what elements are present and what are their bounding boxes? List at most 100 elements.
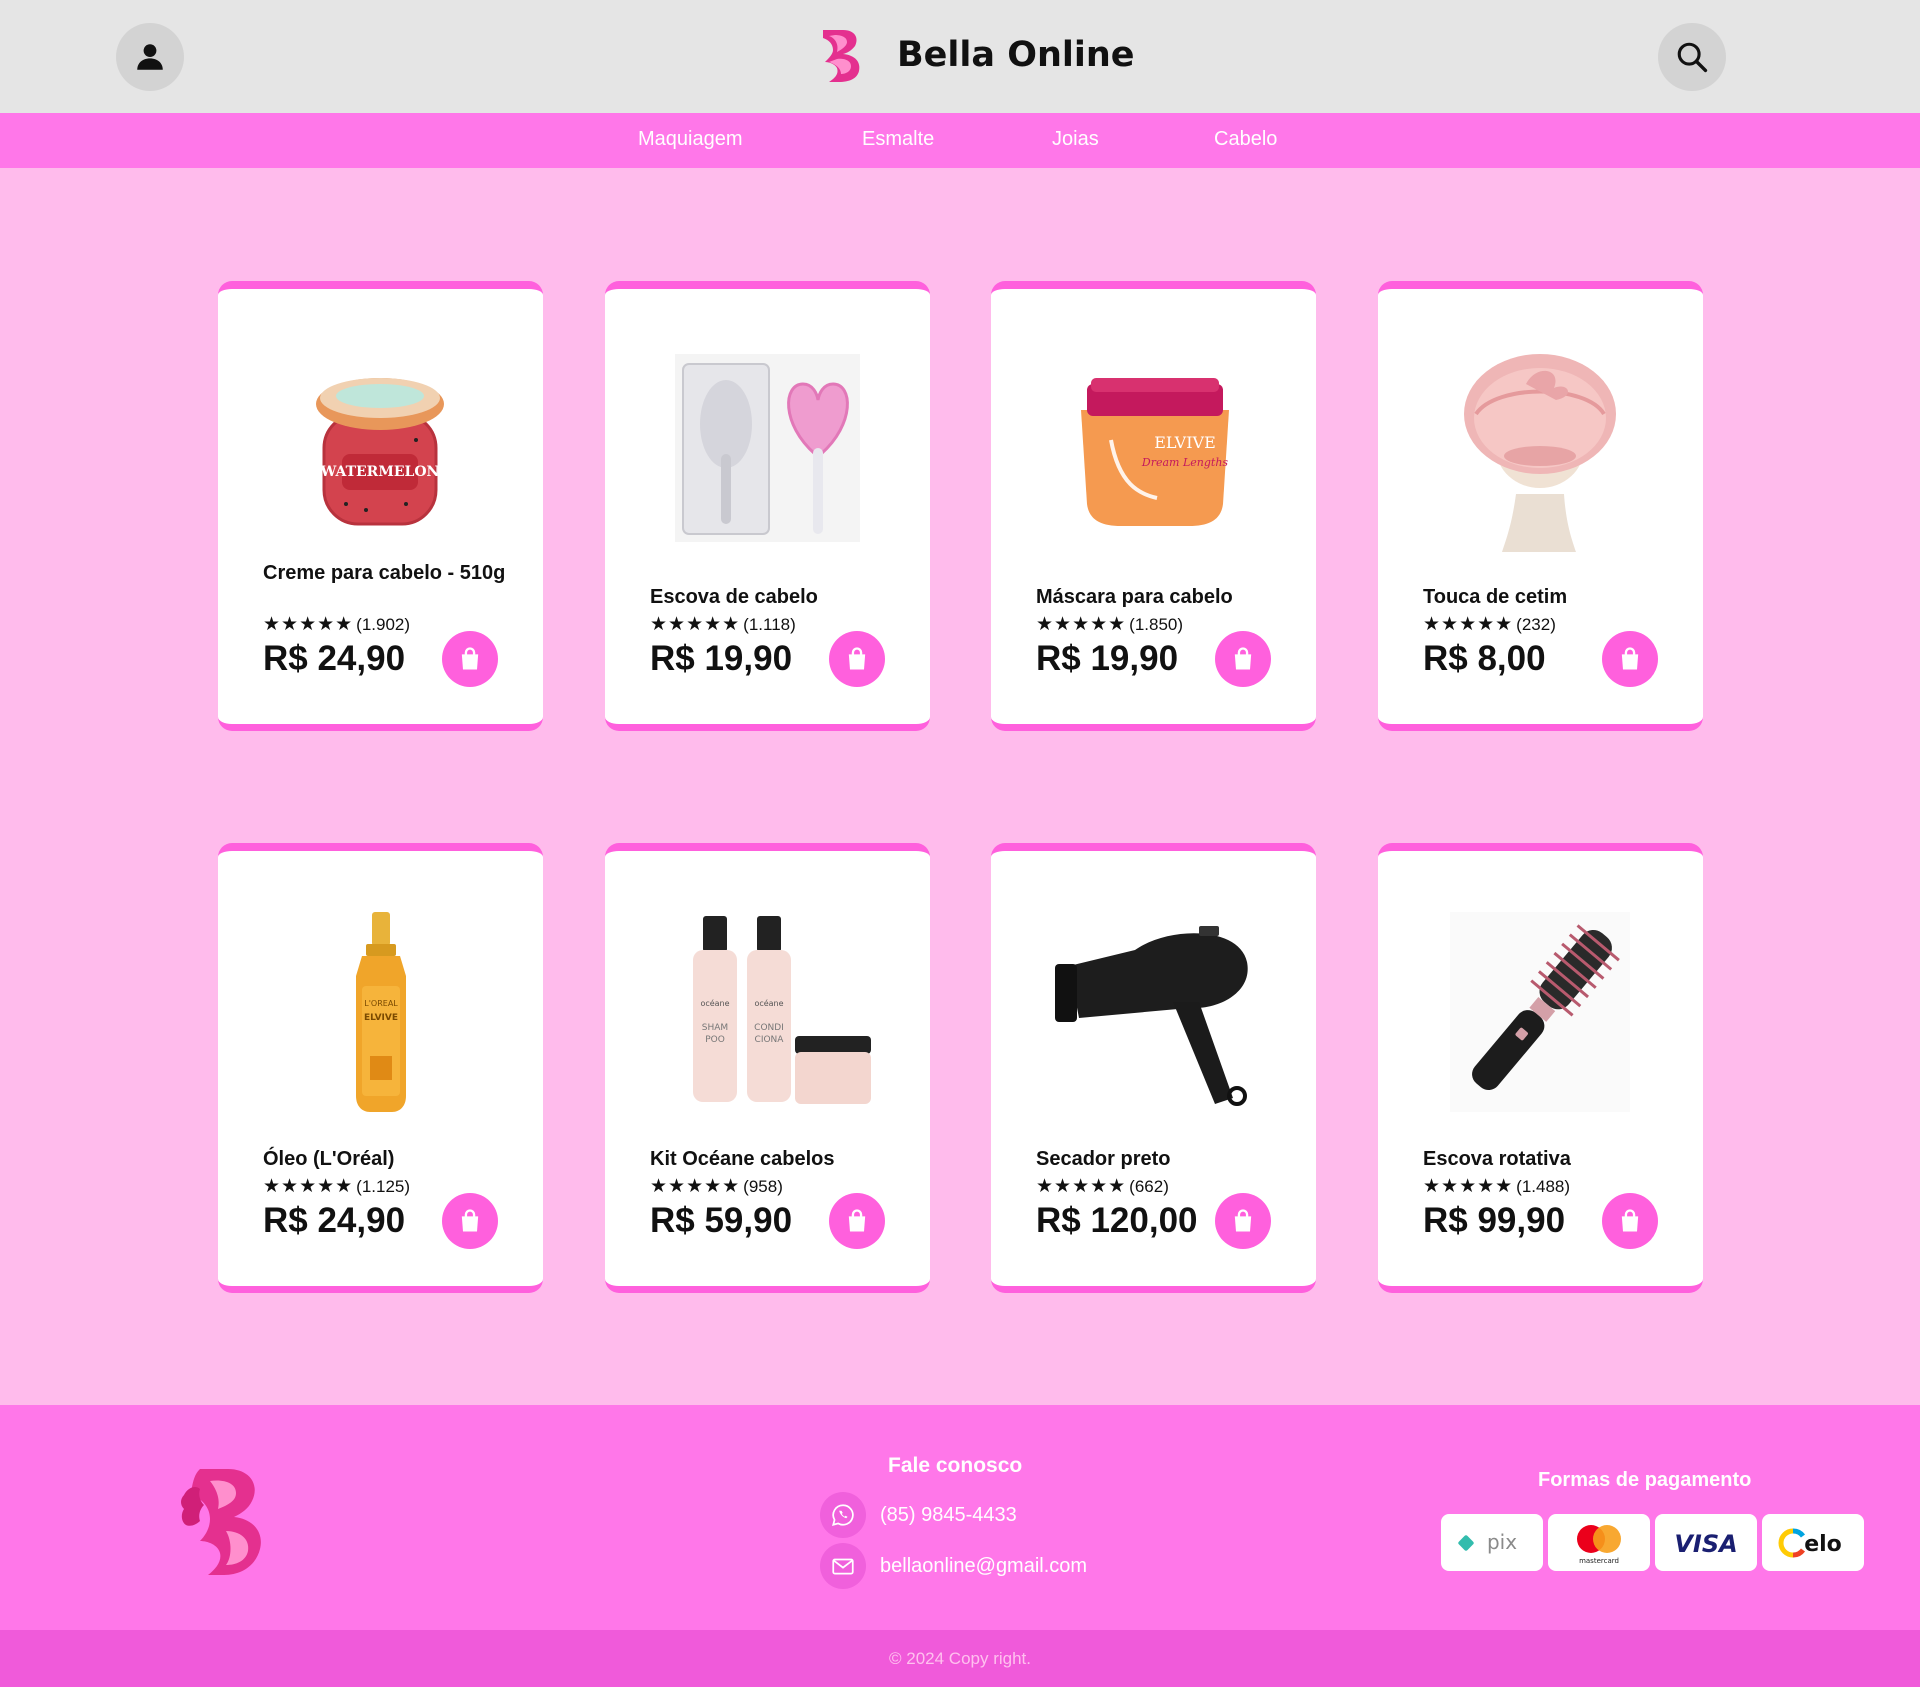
- product-image: L'OREAL ELVIVE: [253, 896, 508, 1126]
- visa-logo: VISA: [1655, 1514, 1757, 1571]
- shopping-bag-icon: [848, 647, 866, 670]
- product-rating: ★★★★★ (1.125): [263, 1175, 410, 1198]
- hair-mask-jar: ELVIVE Dream Lengths: [1080, 378, 1229, 526]
- nav-item-maquiagem[interactable]: Maquiagem: [638, 128, 743, 151]
- product-rating: ★★★★★ (1.902): [263, 613, 410, 636]
- search-button[interactable]: [1658, 23, 1726, 91]
- review-count: (1.118): [743, 614, 796, 634]
- satin-bonnet: [1463, 354, 1616, 552]
- star-rating-icon: ★★★★★: [650, 614, 741, 635]
- product-card[interactable]: océane SHAM POO océane CONDI CIONA Kit O…: [605, 843, 930, 1293]
- add-to-cart-button[interactable]: [829, 631, 885, 687]
- add-to-cart-button[interactable]: [1215, 1193, 1271, 1249]
- nav-item-esmalte[interactable]: Esmalte: [862, 128, 934, 151]
- add-to-cart-button[interactable]: [1215, 631, 1271, 687]
- search-icon: [1677, 42, 1708, 73]
- shopping-bag-icon: [1621, 1209, 1639, 1232]
- product-name: Escova de cabelo: [650, 586, 818, 608]
- add-to-cart-button[interactable]: [1602, 631, 1658, 687]
- bella-logo: [181, 1469, 261, 1575]
- add-to-cart-button[interactable]: [829, 1193, 885, 1249]
- product-name: Touca de cetim: [1423, 586, 1568, 608]
- shampoo-kit: océane SHAM POO océane CONDI CIONA: [692, 916, 871, 1104]
- review-count: (1.488): [1516, 1176, 1571, 1196]
- user-account-button[interactable]: [116, 23, 184, 91]
- product-price: R$ 120,00: [1036, 1201, 1198, 1240]
- product-price: R$ 24,90: [263, 639, 406, 678]
- contact-title: Fale conosco: [888, 1454, 1023, 1477]
- header: Bella Online: [0, 0, 1920, 113]
- category-nav: Maquiagem Esmalte Joias Cabelo: [0, 113, 1920, 168]
- copyright-text: © 2024 Copy right.: [889, 1648, 1031, 1668]
- add-to-cart-button[interactable]: [442, 631, 498, 687]
- heart-hairbrush: [674, 354, 860, 542]
- shopping-bag-icon: [848, 1209, 866, 1232]
- product-price: R$ 19,90: [1036, 639, 1179, 678]
- pix-text: pix: [1487, 1530, 1517, 1554]
- product-card[interactable]: WATERMELON Creme para cabelo - 510g ★★★★…: [218, 281, 543, 731]
- svg-text:L'OREAL: L'OREAL: [364, 999, 398, 1008]
- add-to-cart-button[interactable]: [1602, 1193, 1658, 1249]
- star-rating-icon: ★★★★★: [263, 1176, 354, 1197]
- review-count: (1.902): [356, 614, 411, 634]
- product-name: Escova rotativa: [1423, 1148, 1571, 1170]
- svg-text:océane: océane: [700, 998, 729, 1008]
- nav-item-cabelo[interactable]: Cabelo: [1214, 128, 1277, 151]
- whatsapp-icon: [820, 1492, 866, 1538]
- svg-text:POO: POO: [705, 1035, 725, 1045]
- product-card[interactable]: Secador preto ★★★★★ (662) R$ 120,00: [991, 843, 1316, 1293]
- payment-methods: pix mastercard VISA elo: [1441, 1514, 1869, 1571]
- rotating-brush: [1449, 912, 1630, 1112]
- elo-logo: elo: [1762, 1514, 1864, 1571]
- product-price: R$ 24,90: [263, 1201, 406, 1240]
- mastercard-logo: mastercard: [1548, 1514, 1650, 1571]
- elo-text: elo: [1804, 1532, 1842, 1557]
- svg-text:ELVIVE: ELVIVE: [1154, 433, 1216, 452]
- product-rating: ★★★★★ (1.118): [650, 613, 796, 636]
- svg-text:CIONA: CIONA: [754, 1035, 784, 1045]
- svg-text:Dream Lengths: Dream Lengths: [1140, 456, 1228, 469]
- product-card[interactable]: ELVIVE Dream Lengths Máscara para cabelo…: [991, 281, 1316, 731]
- pix-logo: pix: [1441, 1514, 1543, 1571]
- product-card[interactable]: L'OREAL ELVIVE Óleo (L'Oréal) ★★★★★ (1.12…: [218, 843, 543, 1293]
- shopping-bag-icon: [1234, 1209, 1252, 1232]
- product-rating: ★★★★★ (1.850): [1036, 613, 1183, 636]
- product-image: [640, 334, 895, 564]
- footer: Fale conosco (85) 9845-4433 bellaonline@…: [0, 1405, 1920, 1630]
- star-rating-icon: ★★★★★: [1036, 1176, 1127, 1197]
- product-image: ELVIVE Dream Lengths: [1026, 334, 1281, 564]
- payment-title: Formas de pagamento: [1538, 1469, 1752, 1491]
- review-count: (662): [1129, 1176, 1169, 1196]
- review-count: (1.850): [1129, 614, 1184, 634]
- hair-dryer: [1054, 926, 1248, 1106]
- mail-icon: [820, 1543, 866, 1589]
- product-rating: ★★★★★ (1.488): [1423, 1175, 1570, 1198]
- product-card[interactable]: Escova de cabelo ★★★★★ (1.118) R$ 19,90: [605, 281, 930, 731]
- product-image: WATERMELON: [253, 334, 508, 564]
- watermelon-scrub-jar: WATERMELON: [315, 378, 444, 526]
- site-title: Bella Online: [897, 35, 1135, 75]
- star-rating-icon: ★★★★★: [650, 1176, 741, 1197]
- product-name: Máscara para cabelo: [1036, 586, 1233, 608]
- bella-logo: [823, 30, 860, 82]
- product-card[interactable]: Escova rotativa ★★★★★ (1.488) R$ 99,90: [1378, 843, 1703, 1293]
- phone-contact[interactable]: (85) 9845-4433: [820, 1492, 1017, 1538]
- product-name: Creme para cabelo - 510g: [263, 562, 506, 584]
- star-rating-icon: ★★★★★: [1036, 614, 1127, 635]
- visa-text: VISA: [1674, 1530, 1737, 1558]
- svg-text:CONDI: CONDI: [754, 1023, 784, 1033]
- nav-item-joias[interactable]: Joias: [1052, 128, 1099, 151]
- product-rating: ★★★★★ (232): [1423, 613, 1556, 636]
- add-to-cart-button[interactable]: [442, 1193, 498, 1249]
- product-card[interactable]: Touca de cetim ★★★★★ (232) R$ 8,00: [1378, 281, 1703, 731]
- star-rating-icon: ★★★★★: [1423, 1176, 1514, 1197]
- product-image: [1413, 334, 1668, 564]
- product-image: océane SHAM POO océane CONDI CIONA: [640, 896, 895, 1126]
- hair-oil-bottle: L'OREAL ELVIVE: [355, 912, 406, 1112]
- review-count: (1.125): [356, 1176, 411, 1196]
- product-name: Secador preto: [1036, 1148, 1171, 1170]
- email-contact[interactable]: bellaonline@gmail.com: [820, 1543, 1087, 1589]
- product-price: R$ 99,90: [1423, 1201, 1566, 1240]
- brand[interactable]: Bella Online: [815, 25, 1135, 85]
- product-rating: ★★★★★ (662): [1036, 1175, 1169, 1198]
